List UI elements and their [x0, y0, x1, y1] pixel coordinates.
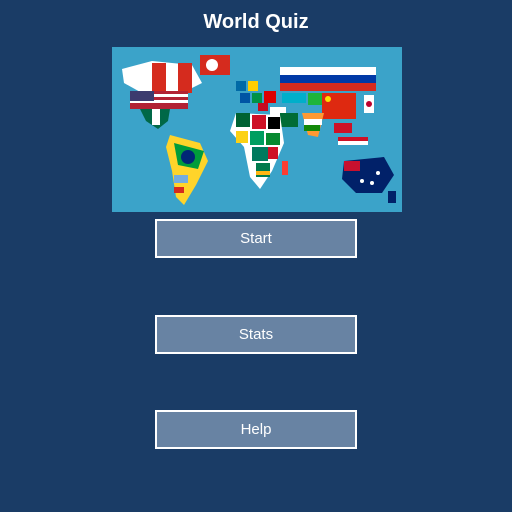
- world-flag-map-icon: [122, 55, 396, 205]
- help-button[interactable]: Help: [155, 410, 357, 449]
- world-flag-map-image: [112, 47, 402, 212]
- app-window: World Quiz Start Stats Help: [0, 0, 512, 512]
- stats-button[interactable]: Stats: [155, 315, 357, 354]
- app-title: World Quiz: [203, 11, 309, 33]
- start-button[interactable]: Start: [155, 219, 357, 258]
